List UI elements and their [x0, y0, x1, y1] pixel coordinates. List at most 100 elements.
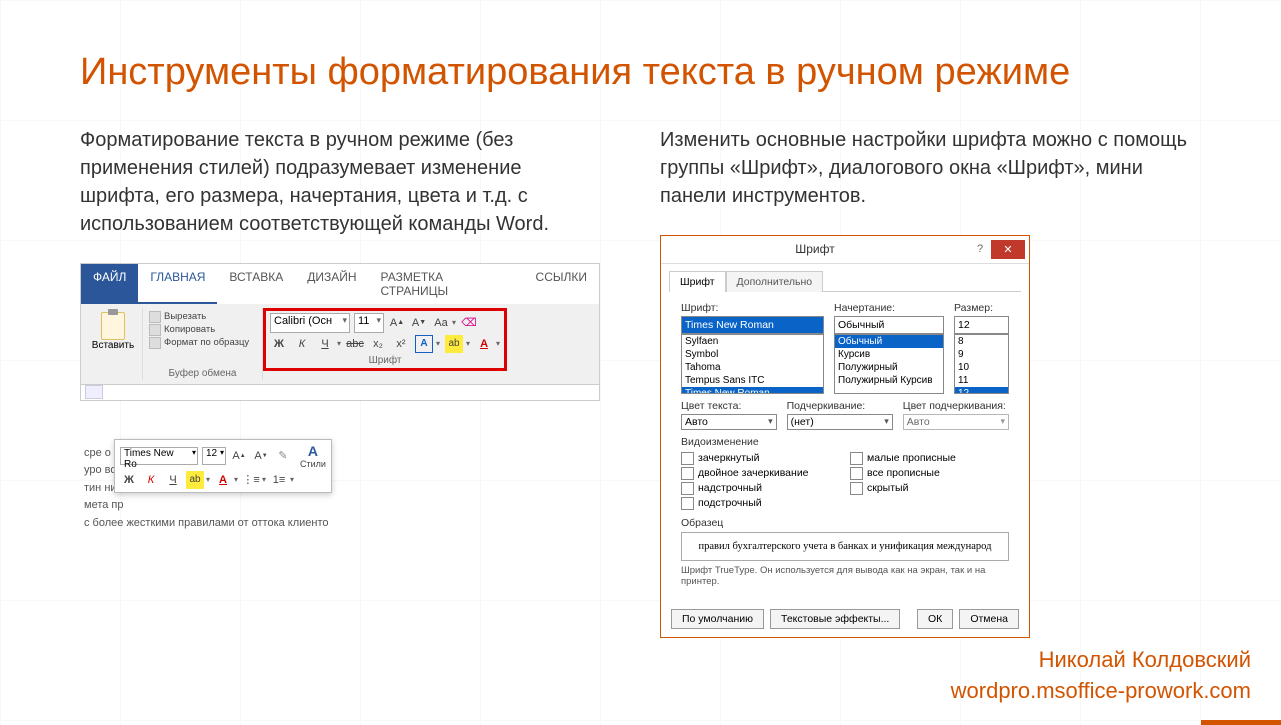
- left-description: Форматирование текста в ручном режиме (б…: [80, 126, 600, 238]
- underline-color-select: Авто: [903, 414, 1009, 430]
- font-list[interactable]: Sylfaen Symbol Tahoma Tempus Sans ITC Ti…: [681, 334, 824, 394]
- paste-button[interactable]: Вставить: [91, 310, 135, 351]
- ruler: [81, 384, 599, 400]
- strikethrough-button[interactable]: abc: [346, 335, 364, 353]
- label-underline-color: Цвет подчеркивания:: [903, 400, 1009, 412]
- dialog-close-button[interactable]: ✕: [991, 240, 1025, 259]
- text-effects-button[interactable]: Текстовые эффекты...: [770, 609, 900, 629]
- list-item: 11: [955, 374, 1008, 387]
- chk-small-caps[interactable]: малые прописные: [850, 452, 1009, 465]
- underline-select[interactable]: (нет): [787, 414, 893, 430]
- default-button[interactable]: По умолчанию: [671, 609, 764, 629]
- scissors-icon: [149, 311, 161, 323]
- word-ribbon: ФАЙЛ ГЛАВНАЯ ВСТАВКА ДИЗАЙН РАЗМЕТКА СТР…: [80, 263, 600, 401]
- tab-design[interactable]: ДИЗАЙН: [295, 264, 368, 304]
- preview-box: правил бухгалтерского учета в банках и у…: [681, 532, 1009, 561]
- tab-insert[interactable]: ВСТАВКА: [217, 264, 295, 304]
- copy-button[interactable]: Копировать: [149, 324, 256, 336]
- dialog-tab-font[interactable]: Шрифт: [669, 271, 726, 292]
- list-item: Курсив: [835, 348, 943, 361]
- mini-shrink-font[interactable]: A▼: [252, 447, 270, 465]
- mini-underline[interactable]: Ч: [164, 471, 182, 489]
- chk-subscript[interactable]: подстрочный: [681, 497, 840, 510]
- font-name-combo[interactable]: Calibri (Осн: [270, 313, 350, 333]
- author-name: Николай Колдовский: [951, 645, 1251, 676]
- mini-toolbar: Times New Ro 12 A▲ A▼ ✎ A Стили Ж: [114, 439, 332, 493]
- mini-bullets[interactable]: ⋮≡: [242, 471, 260, 489]
- list-item: Symbol: [682, 348, 823, 361]
- list-item: 9: [955, 348, 1008, 361]
- truetype-note: Шрифт TrueType. Он используется для выво…: [681, 565, 1009, 587]
- author-url: wordpro.msoffice-prowork.com: [951, 676, 1251, 707]
- tab-file[interactable]: ФАЙЛ: [81, 264, 138, 304]
- clear-formatting-button[interactable]: ⌫: [460, 314, 478, 332]
- mini-styles-button[interactable]: A Стили: [300, 443, 326, 469]
- tab-layout[interactable]: РАЗМЕТКА СТРАНИЦЫ: [369, 264, 524, 304]
- label-color: Цвет текста:: [681, 400, 777, 412]
- accent-bar: [1201, 720, 1281, 725]
- bold-button[interactable]: Ж: [270, 335, 288, 353]
- list-item: Tempus Sans ITC: [682, 374, 823, 387]
- right-description: Изменить основные настройки шрифта можно…: [660, 126, 1201, 210]
- superscript-button[interactable]: x²: [392, 335, 410, 353]
- brush-icon: [149, 337, 161, 349]
- style-list[interactable]: Обычный Курсив Полужирный Полужирный Кур…: [834, 334, 944, 394]
- cut-button[interactable]: Вырезать: [149, 311, 256, 323]
- effects-section-label: Видоизменение: [681, 436, 1009, 448]
- paste-label: Вставить: [92, 340, 134, 351]
- tab-home[interactable]: ГЛАВНАЯ: [138, 264, 217, 304]
- shrink-font-button[interactable]: A▼: [410, 314, 428, 332]
- mini-italic[interactable]: К: [142, 471, 160, 489]
- tab-references[interactable]: ССЫЛКИ: [524, 264, 599, 304]
- preview-label: Образец: [681, 517, 1009, 529]
- font-color-button[interactable]: A: [475, 335, 493, 353]
- mini-highlight[interactable]: ab: [186, 471, 204, 489]
- dialog-help-button[interactable]: ?: [969, 243, 991, 255]
- size-list[interactable]: 8 9 10 11 12: [954, 334, 1009, 394]
- color-select[interactable]: Авто: [681, 414, 777, 430]
- list-item: Sylfaen: [682, 335, 823, 348]
- chk-superscript[interactable]: надстрочный: [681, 482, 840, 495]
- dialog-title: Шрифт: [661, 242, 969, 256]
- label-size: Размер:: [954, 302, 1009, 314]
- change-case-button[interactable]: Aa: [432, 314, 450, 332]
- chk-all-caps[interactable]: все прописные: [850, 467, 1009, 480]
- dialog-tab-advanced[interactable]: Дополнительно: [726, 271, 824, 292]
- text-effects-button[interactable]: A: [415, 335, 433, 353]
- clipboard-icon: [101, 312, 125, 340]
- chk-double-strike[interactable]: двойное зачеркивание: [681, 467, 840, 480]
- size-input[interactable]: 12: [954, 316, 1009, 334]
- ruler-cell-icon: [85, 385, 103, 399]
- mini-format-painter[interactable]: ✎: [274, 447, 292, 465]
- mini-font-color[interactable]: A: [214, 471, 232, 489]
- subscript-button[interactable]: x₂: [369, 335, 387, 353]
- highlight-button[interactable]: ab: [445, 335, 463, 353]
- font-input[interactable]: Times New Roman: [681, 316, 824, 334]
- mini-grow-font[interactable]: A▲: [230, 447, 248, 465]
- underline-button[interactable]: Ч: [316, 335, 334, 353]
- list-item: 10: [955, 361, 1008, 374]
- chk-hidden[interactable]: скрытый: [850, 482, 1009, 495]
- grow-font-button[interactable]: A▲: [388, 314, 406, 332]
- mini-numbering[interactable]: 1≡: [270, 471, 288, 489]
- label-underline: Подчеркивание:: [787, 400, 893, 412]
- format-painter-button[interactable]: Формат по образцу: [149, 337, 256, 349]
- font-size-combo[interactable]: 11: [354, 313, 384, 333]
- italic-button[interactable]: К: [293, 335, 311, 353]
- mini-bold[interactable]: Ж: [120, 471, 138, 489]
- chk-strikethrough[interactable]: зачеркнутый: [681, 452, 840, 465]
- list-item: Полужирный Курсив: [835, 374, 943, 387]
- slide-title: Инструменты форматирования текста в ручн…: [80, 50, 1080, 96]
- style-input[interactable]: Обычный: [834, 316, 944, 334]
- ok-button[interactable]: ОК: [917, 609, 953, 629]
- mini-toolbar-area: сре о усуро вовтин: [80, 441, 510, 537]
- list-item: Обычный: [835, 335, 943, 348]
- font-group-highlight: Calibri (Осн 11 A▲ A▼ Aa▾ ⌫ Ж К Ч▾: [263, 308, 507, 371]
- cancel-button[interactable]: Отмена: [959, 609, 1019, 629]
- font-group-label: Шрифт: [270, 355, 500, 366]
- credit: Николай Колдовский wordpro.msoffice-prow…: [951, 645, 1251, 707]
- mini-size-combo[interactable]: 12: [202, 447, 226, 465]
- label-style: Начертание:: [834, 302, 944, 314]
- mini-font-combo[interactable]: Times New Ro: [120, 447, 198, 465]
- font-dialog: Шрифт ? ✕ Шрифт Дополнительно Шрифт: Tim…: [660, 235, 1030, 638]
